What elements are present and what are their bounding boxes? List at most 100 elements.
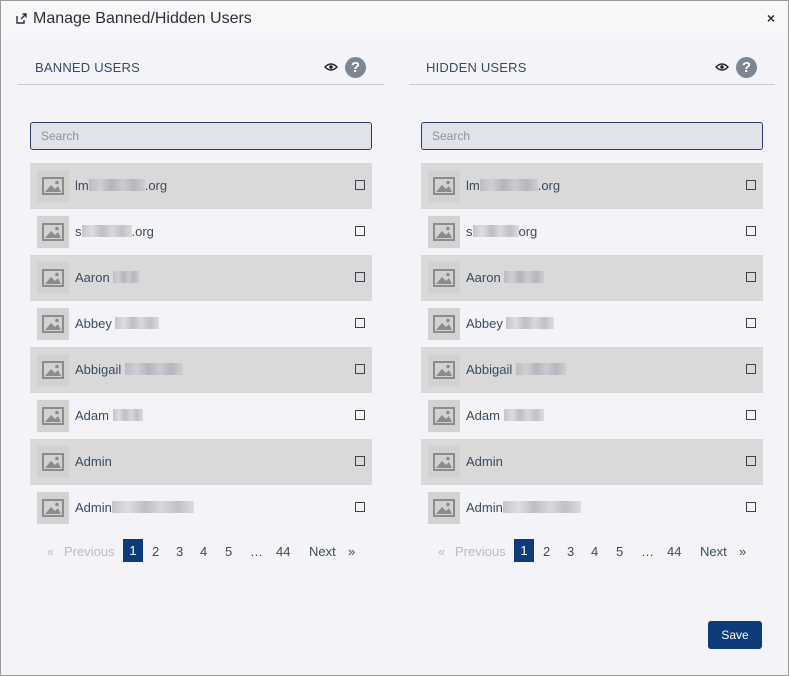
user-name-text: Admin [466, 454, 503, 469]
page-link-3[interactable]: 3 [176, 541, 183, 563]
checkbox-icon[interactable] [355, 410, 365, 420]
list-item[interactable]: s .org [30, 209, 372, 255]
user-name: Aaron [466, 270, 545, 285]
page-link-3[interactable]: 3 [567, 541, 574, 563]
user-name-suffix: .org [144, 178, 168, 193]
list-item[interactable]: Abbey [30, 301, 372, 347]
checkbox-icon[interactable] [746, 318, 756, 328]
image-placeholder-icon [37, 262, 69, 294]
previous-page-link: Previous [64, 544, 115, 559]
checkbox-icon[interactable] [746, 226, 756, 236]
page-link-44[interactable]: 44 [276, 541, 290, 563]
user-name-text: Adam [466, 408, 504, 423]
user-name: lm .org [75, 178, 167, 193]
first-page-link: « [438, 544, 446, 559]
user-name-text: Aaron [75, 270, 114, 285]
image-placeholder-icon [428, 170, 460, 202]
image-placeholder-icon [428, 308, 460, 340]
user-name: Abbey [75, 316, 160, 331]
redacted-text [113, 271, 140, 283]
user-name-text: Abbey [75, 316, 116, 331]
page-link-1[interactable]: 1 [123, 539, 143, 562]
list-item[interactable]: lm .org [421, 163, 763, 209]
user-name: Abbey [466, 316, 555, 331]
checkbox-icon[interactable] [355, 180, 365, 190]
list-item[interactable]: Adam [30, 393, 372, 439]
list-item[interactable]: Admin [421, 485, 763, 531]
pagination: « Previous 1 2 3 4 5 … 44 Next » [409, 539, 775, 563]
pagination-ellipsis: … [641, 544, 654, 559]
page-link-2[interactable]: 2 [152, 541, 159, 563]
banned-users-panel: BANNED USERS ? lm.org s.org Aaron Abbey Ab… [18, 39, 384, 611]
panel-title: HIDDEN USERS [426, 60, 527, 75]
search-input[interactable] [30, 122, 372, 150]
page-link-5[interactable]: 5 [616, 541, 623, 563]
checkbox-icon[interactable] [746, 502, 756, 512]
checkbox-icon[interactable] [746, 410, 756, 420]
redacted-text [503, 409, 544, 421]
checkbox-icon[interactable] [746, 180, 756, 190]
user-name-suffix: .org [537, 178, 561, 193]
eye-icon[interactable] [324, 60, 338, 74]
user-name-suffix: org [518, 224, 538, 239]
page-link-4[interactable]: 4 [591, 541, 598, 563]
user-name: Admin [466, 500, 581, 515]
list-item[interactable]: Abbigail [30, 347, 372, 393]
checkbox-icon[interactable] [355, 226, 365, 236]
user-name-suffix: .org [131, 224, 154, 239]
redacted-text [111, 501, 194, 513]
image-placeholder-icon [428, 216, 460, 248]
page-link-5[interactable]: 5 [225, 541, 232, 563]
panel-title: BANNED USERS [35, 60, 140, 75]
list-item[interactable]: Abbigail [421, 347, 763, 393]
image-placeholder-icon [37, 446, 69, 478]
user-list: lm .org s org Aaron Abbey Abbigail Adam Admi… [421, 163, 763, 531]
search-input[interactable] [421, 122, 763, 150]
user-name-text: Adam [75, 408, 113, 423]
checkbox-icon[interactable] [355, 364, 365, 374]
user-name-text: Admin [75, 454, 112, 469]
last-page-link[interactable]: » [348, 541, 355, 563]
image-placeholder-icon [37, 492, 69, 524]
page-link-44[interactable]: 44 [667, 541, 681, 563]
last-page-link[interactable]: » [739, 541, 746, 563]
list-item[interactable]: Aaron [421, 255, 763, 301]
save-button[interactable]: Save [708, 621, 762, 649]
question-circle-icon[interactable]: ? [345, 57, 366, 78]
list-item[interactable]: Admin [421, 439, 763, 485]
checkbox-icon[interactable] [355, 272, 365, 282]
checkbox-icon[interactable] [355, 502, 365, 512]
redacted-text [112, 409, 143, 421]
checkbox-icon[interactable] [355, 318, 365, 328]
list-item[interactable]: Admin [30, 439, 372, 485]
question-circle-icon[interactable]: ? [736, 57, 757, 78]
eye-icon[interactable] [715, 60, 729, 74]
user-name: Abbigail [75, 362, 183, 377]
list-item[interactable]: Abbey [421, 301, 763, 347]
list-item[interactable]: lm .org [30, 163, 372, 209]
image-placeholder-icon [428, 354, 460, 386]
page-link-2[interactable]: 2 [543, 541, 550, 563]
list-item[interactable]: Adam [421, 393, 763, 439]
checkbox-icon[interactable] [355, 456, 365, 466]
checkbox-icon[interactable] [746, 456, 756, 466]
redacted-text [515, 363, 566, 375]
user-name-text: Aaron [466, 270, 505, 285]
checkbox-icon[interactable] [746, 272, 756, 282]
page-link-1[interactable]: 1 [514, 539, 534, 562]
list-item[interactable]: Aaron [30, 255, 372, 301]
close-button[interactable]: × [763, 10, 779, 28]
panel-header: BANNED USERS ? [18, 39, 384, 85]
list-item[interactable]: s org [421, 209, 763, 255]
next-page-link[interactable]: Next [700, 541, 727, 563]
checkbox-icon[interactable] [746, 364, 756, 374]
redacted-text [124, 363, 183, 375]
list-item[interactable]: Admin [30, 485, 372, 531]
image-placeholder-icon [428, 400, 460, 432]
image-placeholder-icon [37, 354, 69, 386]
next-page-link[interactable]: Next [309, 541, 336, 563]
image-placeholder-icon [428, 446, 460, 478]
page-link-4[interactable]: 4 [200, 541, 207, 563]
user-name: s .org [75, 224, 154, 239]
image-placeholder-icon [37, 170, 69, 202]
